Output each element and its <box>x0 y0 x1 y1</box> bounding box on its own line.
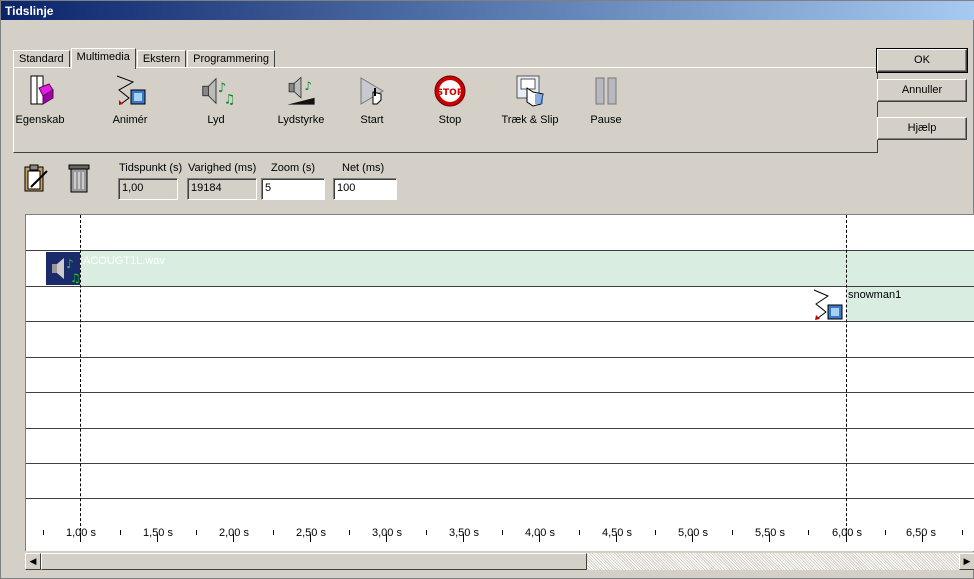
ruler-tick <box>808 530 809 535</box>
varighed-label: Varighed (ms) <box>188 162 257 174</box>
grid-line <box>26 428 974 429</box>
tick-label: 6,50 s <box>906 527 936 539</box>
start-button[interactable]: Start <box>332 74 412 126</box>
ruler-tick <box>120 530 121 535</box>
grid-line <box>26 392 974 393</box>
cancel-button[interactable]: Annuller <box>877 79 967 102</box>
current-time-marker <box>80 215 81 541</box>
property-button[interactable]: Egenskab <box>0 74 80 126</box>
sound-track-label: ACOUGT1L.wav <box>83 255 165 267</box>
tab-programmering[interactable]: Programmering <box>187 50 275 68</box>
tick-label: 1,50 s <box>143 527 173 539</box>
animate-label: Animér <box>112 114 148 126</box>
pause-icon <box>589 74 623 108</box>
net-label: Net (ms) <box>342 162 385 174</box>
start-icon <box>355 74 389 108</box>
edit-properties-button[interactable] <box>23 163 49 196</box>
tick-label: 4,50 s <box>602 527 632 539</box>
tick-label: 4,00 s <box>525 527 555 539</box>
sound-icon: ♪ ♫ <box>199 74 233 108</box>
volume-icon: ♪ <box>284 74 318 108</box>
trash-icon <box>67 163 91 196</box>
svg-text:♪: ♪ <box>304 79 312 93</box>
tick-label: 5,50 s <box>755 527 785 539</box>
ruler-tick <box>732 530 733 535</box>
varighed-field: 19184 <box>187 178 257 200</box>
pause-label: Pause <box>590 114 622 126</box>
tick-label: 3,00 s <box>372 527 402 539</box>
tick-label: 6,00 s <box>832 527 862 539</box>
net-field[interactable]: 100 <box>333 178 397 200</box>
grid-line <box>26 321 974 322</box>
property-label: Egenskab <box>15 114 65 126</box>
tab-bar: Standard Multimedia Ekstern Programmerin… <box>13 48 276 69</box>
grid-line <box>26 463 974 464</box>
zoom-field[interactable]: 5 <box>261 178 325 200</box>
drag-drop-label: Træk & Slip <box>501 114 559 126</box>
animate-button[interactable]: Animér <box>90 74 170 126</box>
property-icon <box>23 74 57 108</box>
tidspunkt-field: 1,00 <box>118 178 178 200</box>
scroll-right-button[interactable]: ▶ <box>959 553 974 570</box>
window-title: Tidslinje <box>1 1 974 20</box>
delete-button[interactable] <box>67 163 91 196</box>
timeline-window: Tidslinje Standard Multimedia Ekstern Pr… <box>0 0 974 579</box>
tick-label: 3,50 s <box>449 527 479 539</box>
tab-ekstern[interactable]: Ekstern <box>136 50 187 68</box>
sound-track-band[interactable] <box>81 251 974 286</box>
tick-label: 2,50 s <box>296 527 326 539</box>
grid-line <box>26 286 974 287</box>
ok-button[interactable]: OK <box>876 48 968 73</box>
horizontal-scrollbar[interactable]: ◀ ▶ <box>25 552 974 570</box>
animate-icon <box>113 74 147 108</box>
stop-sign-text: STOP <box>437 88 464 98</box>
ruler-tick <box>962 530 963 535</box>
volume-label: Lydstyrke <box>277 114 325 126</box>
ruler-tick <box>273 530 274 535</box>
ruler-tick <box>43 530 44 535</box>
arrow-right-icon: ▶ <box>963 556 971 566</box>
start-label: Start <box>360 114 384 126</box>
grid-line <box>26 498 974 499</box>
clipboard-icon <box>23 163 49 196</box>
tab-standard[interactable]: Standard <box>13 50 70 68</box>
pause-button[interactable]: Pause <box>566 74 646 126</box>
svg-text:♪: ♪ <box>66 257 74 271</box>
animation-item-icon[interactable] <box>810 288 846 321</box>
tidspunkt-label: Tidspunkt (s) <box>119 162 183 174</box>
stop-label: Stop <box>438 114 462 126</box>
drag-drop-button[interactable]: Træk & Slip <box>490 74 570 126</box>
sound-button[interactable]: ♪ ♫ Lyd <box>176 74 256 126</box>
stop-sign-icon: STOP <box>433 74 467 108</box>
arrow-left-icon: ◀ <box>29 556 37 566</box>
ruler-tick <box>502 530 503 535</box>
ruler-tick <box>655 530 656 535</box>
scroll-thumb[interactable] <box>41 553 587 570</box>
svg-text:♫: ♫ <box>224 92 233 107</box>
ruler-tick <box>196 530 197 535</box>
volume-button[interactable]: ♪ Lydstyrke <box>261 74 341 126</box>
tick-label: 5,00 s <box>678 527 708 539</box>
grid-line <box>26 357 974 358</box>
timeline-area[interactable]: ♪ ♫ ACOUGT1L.wav snowman1 1,00 s 1,50 s … <box>25 214 974 551</box>
toolbar-panel: Egenskab Animér ♪ ♫ <box>13 67 878 153</box>
scroll-left-button[interactable]: ◀ <box>25 553 41 570</box>
ruler-tick <box>885 530 886 535</box>
end-time-marker <box>846 215 847 541</box>
ruler-tick <box>349 530 350 535</box>
sound-label: Lyd <box>207 114 225 126</box>
tick-label: 2,00 s <box>219 527 249 539</box>
scroll-track[interactable] <box>587 553 959 570</box>
tab-multimedia[interactable]: Multimedia <box>70 48 136 69</box>
tick-label: 1,00 s <box>66 527 96 539</box>
svg-text:♫: ♫ <box>70 271 80 285</box>
drag-drop-icon <box>513 74 547 108</box>
stop-button[interactable]: STOP Stop <box>410 74 490 126</box>
sound-item-icon[interactable]: ♪ ♫ <box>46 252 81 285</box>
animation-track-label: snowman1 <box>848 289 902 301</box>
zoom-label: Zoom (s) <box>271 162 315 174</box>
help-button[interactable]: Hjælp <box>877 117 967 140</box>
ruler-tick <box>426 530 427 535</box>
ruler-tick <box>579 530 580 535</box>
